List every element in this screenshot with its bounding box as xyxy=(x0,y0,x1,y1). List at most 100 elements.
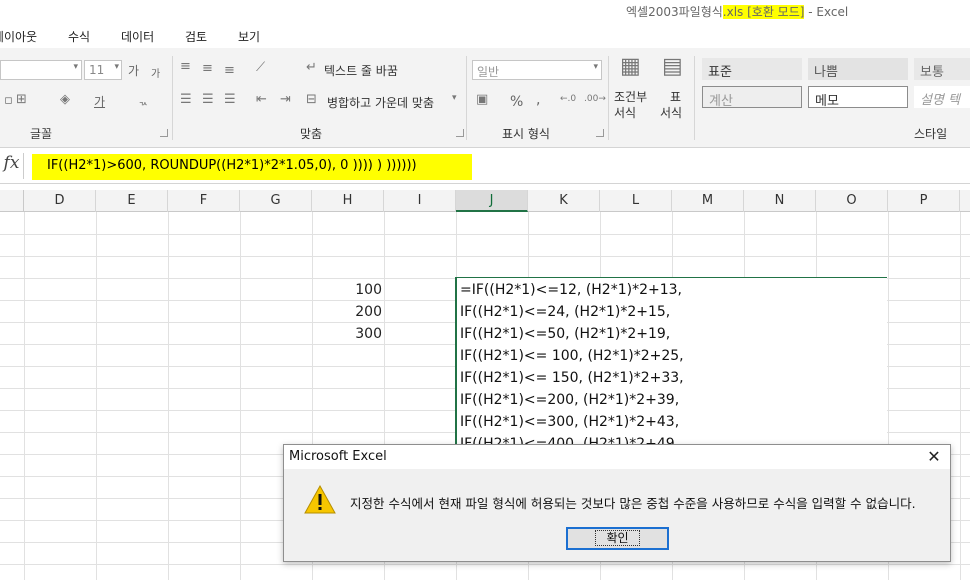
formula-line: IF((H2*1)<=50, (H2*1)*2+19, xyxy=(460,326,671,342)
active-cell-editor[interactable]: =IF((H2*1)<=12, (H2*1)*2+13, IF((H2*1)<=… xyxy=(455,277,887,445)
percent-button[interactable]: % xyxy=(510,94,523,110)
cell-style-explanatory[interactable]: 설명 텍 xyxy=(914,86,970,108)
dialog-message: 지정한 수식에서 현재 파일 형식에 허용되는 것보다 많은 중첩 수준을 사용… xyxy=(350,496,916,511)
cell-h-value[interactable]: 300 xyxy=(322,326,382,342)
font-color-button[interactable]: 가 xyxy=(94,93,105,110)
column-header-h[interactable]: H xyxy=(312,190,384,212)
cell-style-note[interactable]: 메모 xyxy=(808,86,908,108)
tab-review[interactable]: 검토 xyxy=(185,28,207,45)
number-format-combo[interactable]: 일반 ▾ xyxy=(472,60,602,80)
decrease-decimal-icon[interactable]: .00→ xyxy=(584,94,606,104)
grid-column-line xyxy=(96,212,97,580)
phonetic-icon[interactable]: ᆪ xyxy=(138,92,148,108)
formula-input[interactable]: IF((H2*1)>600, ROUNDUP((H2*1)*2*1.05,0),… xyxy=(32,154,472,180)
formula-line: IF((H2*1)<= 100, (H2*1)*2+25, xyxy=(460,348,684,364)
error-dialog: Microsoft Excel ✕ 지정한 수식에서 현재 파일 형식에 허용되… xyxy=(283,444,951,562)
column-header-p[interactable]: P xyxy=(888,190,960,212)
grid-column-line xyxy=(960,212,961,580)
title-bar: 엑셀2003파일형식.xls [호환 모드] - Excel xyxy=(0,0,970,22)
font-name-combo[interactable]: ▾ xyxy=(0,60,82,80)
title-filename: 엑셀2003파일형식 xyxy=(626,5,723,19)
cell-h-value[interactable]: 100 xyxy=(322,282,382,298)
grow-font-button[interactable]: 가 xyxy=(128,62,139,79)
merge-center-button[interactable]: 병합하고 가운데 맞춤 xyxy=(327,94,434,111)
orientation-icon[interactable]: ⟋ xyxy=(256,60,265,75)
column-header-n[interactable]: N xyxy=(744,190,816,212)
cell-style-bad[interactable]: 나쁨 xyxy=(808,58,908,80)
merge-icon: ⊟ xyxy=(306,92,317,107)
align-left-icon[interactable]: ☰ xyxy=(180,92,192,107)
font-dialog-launcher[interactable] xyxy=(160,129,168,137)
column-header-d[interactable]: D xyxy=(24,190,96,212)
separator xyxy=(694,56,695,140)
ok-button[interactable]: 확인 xyxy=(566,527,669,550)
column-headers: D E F G H I J K L M N O P xyxy=(0,190,970,212)
window-title: 엑셀2003파일형식.xls [호환 모드] - Excel xyxy=(626,3,848,20)
cell-style-neutral[interactable]: 보통 xyxy=(914,58,970,80)
align-middle-icon[interactable]: ≡ xyxy=(202,61,213,76)
grid-row-line xyxy=(0,564,970,565)
group-alignment-label: 맞춤 xyxy=(300,127,323,141)
align-right-icon[interactable]: ☰ xyxy=(224,92,236,107)
cell-style-label: 계산 xyxy=(709,94,733,108)
grid-column-line xyxy=(168,212,169,580)
grid-row-line xyxy=(0,256,970,257)
column-header-o[interactable]: O xyxy=(816,190,888,212)
alignment-dialog-launcher[interactable] xyxy=(456,129,464,137)
table-format-line2[interactable]: 서식 xyxy=(660,104,682,121)
cell-style-label: 보통 xyxy=(920,65,944,80)
comma-button[interactable]: , xyxy=(536,92,540,108)
wrap-text-button[interactable]: 텍스트 줄 바꿈 xyxy=(324,62,398,79)
grid-column-line xyxy=(240,212,241,580)
grid-row-line xyxy=(0,234,970,235)
font-size-combo[interactable]: 11 ▾ xyxy=(84,60,122,80)
align-center-icon[interactable]: ☰ xyxy=(202,92,214,107)
tab-data[interactable]: 데이터 xyxy=(121,28,154,45)
cell-style-label: 설명 텍 xyxy=(920,93,961,108)
table-format-line1[interactable]: 표 xyxy=(670,88,681,105)
column-header-k[interactable]: K xyxy=(528,190,600,212)
tab-formulas[interactable]: 수식 xyxy=(68,28,90,45)
borders-icon[interactable]: ⊞ xyxy=(16,92,27,107)
close-icon[interactable]: ✕ xyxy=(924,447,944,467)
increase-decimal-icon[interactable]: ←.0 xyxy=(560,94,576,104)
warning-icon xyxy=(304,485,336,514)
ok-button-label: 확인 xyxy=(595,530,640,546)
column-header-l[interactable]: L xyxy=(600,190,672,212)
number-dialog-launcher[interactable] xyxy=(596,129,604,137)
formula-line: IF((H2*1)<= 150, (H2*1)*2+33, xyxy=(460,370,684,386)
group-styles-label: 스타일 xyxy=(914,127,948,141)
column-header-m[interactable]: M xyxy=(672,190,744,212)
conditional-format-line2[interactable]: 서식 xyxy=(614,104,636,121)
select-all-corner[interactable] xyxy=(0,190,24,212)
align-top-icon[interactable]: ≡ xyxy=(180,59,191,74)
chevron-down-icon: ▾ xyxy=(73,62,78,72)
grid-column-line xyxy=(24,212,25,580)
conditional-format-icon: ▦ xyxy=(620,54,641,79)
chevron-down-icon: ▾ xyxy=(593,62,598,72)
column-header-j[interactable]: J xyxy=(456,190,528,212)
fill-color-icon[interactable]: ◈ xyxy=(60,92,70,107)
ribbon: ▾ 11 ▾ 가 가 ▫ ⊞ ◈ 가 ᆪ 글꼴 ≡ ≡ ≡ ⟋ ☰ ☰ ☰ ⇤ ⇥… xyxy=(0,48,970,148)
cell-style-calculation[interactable]: 계산 xyxy=(702,86,802,108)
conditional-format-line1[interactable]: 조건부 xyxy=(614,88,647,105)
column-header-i[interactable]: I xyxy=(384,190,456,212)
column-header-g[interactable]: G xyxy=(240,190,312,212)
chevron-down-icon[interactable]: ▾ xyxy=(452,93,457,103)
border-icon[interactable]: ▫ xyxy=(4,93,13,108)
column-header-e[interactable]: E xyxy=(96,190,168,212)
column-header-f[interactable]: F xyxy=(168,190,240,212)
formula-line: =IF((H2*1)<=12, (H2*1)*2+13, xyxy=(460,282,682,298)
cell-style-normal[interactable]: 표준 xyxy=(702,58,802,80)
decrease-indent-icon[interactable]: ⇤ xyxy=(256,92,267,107)
accounting-icon[interactable]: ▣ xyxy=(476,92,488,107)
shrink-font-button[interactable]: 가 xyxy=(151,65,160,80)
tab-view[interactable]: 보기 xyxy=(238,28,260,45)
cell-h-value[interactable]: 200 xyxy=(322,304,382,320)
insert-function-button[interactable]: fx xyxy=(0,153,24,179)
align-bottom-icon[interactable]: ≡ xyxy=(224,63,235,78)
group-number-label: 표시 형식 xyxy=(502,127,550,141)
tab-page-layout[interactable]: 페이지 레이아웃 xyxy=(0,28,37,45)
separator xyxy=(172,56,173,140)
increase-indent-icon[interactable]: ⇥ xyxy=(280,92,291,107)
